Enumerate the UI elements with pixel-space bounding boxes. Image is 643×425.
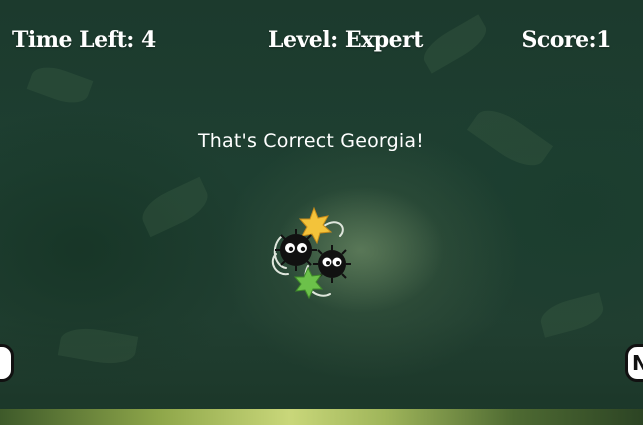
level-label: Level: Expert	[268, 27, 423, 53]
background-leaf	[26, 60, 94, 110]
soot-sprites-with-konpeito-icon	[268, 206, 358, 306]
background-leaf	[57, 323, 139, 369]
score-label: Score:1	[521, 27, 612, 53]
feedback-message: That's Correct Georgia!	[197, 130, 424, 152]
background-leaf	[537, 292, 607, 338]
time-left-label: Time Left: 4	[12, 27, 156, 53]
next-button[interactable]: N	[625, 344, 643, 382]
background-leaf	[136, 176, 214, 238]
mascot-graphic	[271, 206, 351, 300]
background-leaf	[417, 14, 493, 74]
bottom-foliage-strip	[0, 409, 643, 425]
previous-button[interactable]	[0, 344, 14, 382]
